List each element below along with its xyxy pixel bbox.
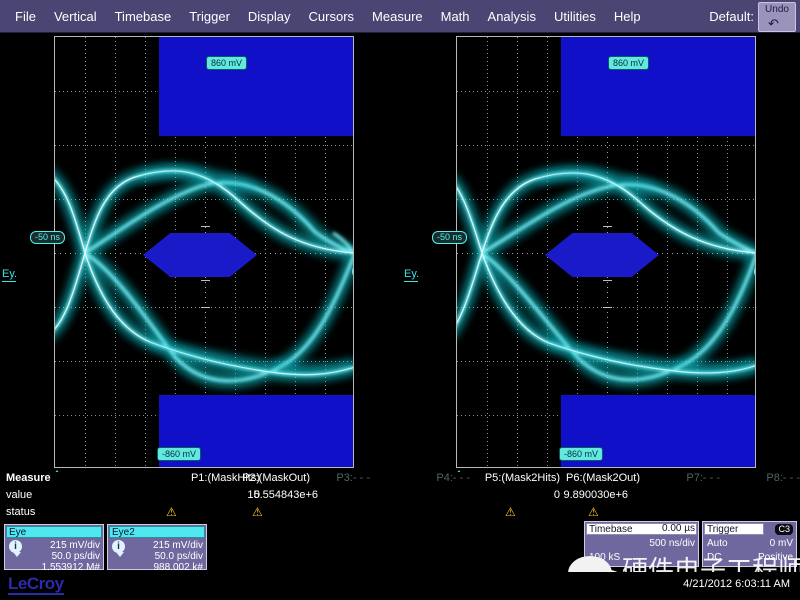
descriptor-eye2-title: Eye2 <box>109 526 205 538</box>
descriptor-trigger-slope: Positive <box>757 552 793 563</box>
channel-tag-right-line <box>404 281 418 282</box>
channel-tag-left-label: Ey. <box>2 268 18 280</box>
lecroy-logo: LeCroy <box>8 574 64 595</box>
menu-item-utilities[interactable]: Utilities <box>545 6 605 27</box>
channel-tag-right[interactable]: Ey. <box>404 268 419 282</box>
warning-triangle-icon: ⚠ <box>505 505 516 519</box>
measure-col-header-p3[interactable]: P3:- - - <box>270 472 370 484</box>
undo-button[interactable]: Undo ↶ <box>758 1 796 32</box>
mask-top-label: 860 mV <box>608 56 650 70</box>
descriptor-eye2[interactable]: Eye2 i 215 mV/div 50.0 ps/div 988.002 k# <box>107 524 207 573</box>
warning-triangle-icon: ⚠ <box>252 505 263 519</box>
trigger-source-badge[interactable]: C3 <box>775 524 793 535</box>
mask-bottom-label: -860 mV <box>157 447 202 461</box>
graticule-right[interactable]: 860 mV -860 mV 450 ps <box>456 36 756 468</box>
menu-item-analysis[interactable]: Analysis <box>479 6 545 27</box>
menu-item-measure[interactable]: Measure <box>363 6 432 27</box>
descriptor-eye1[interactable]: Eye i 215 mV/div 50.0 ps/div 1.553912 M# <box>4 524 104 573</box>
descriptor-trigger-level: 0 mV <box>769 538 793 549</box>
descriptor-timebase-line2: 100 kS <box>589 552 621 563</box>
cursor-label-left[interactable]: -50 ns <box>30 231 66 244</box>
descriptor-trigger[interactable]: Trigger C3 Auto 0 mV DC Positive <box>702 521 797 567</box>
measure-status-row: status ⚠ ⚠ ⚠ ⚠ <box>0 506 800 522</box>
measure-header-row: Measure P1:(MaskHits) P2:(MaskOut) P3:- … <box>0 472 800 488</box>
measure-col-header-p6[interactable]: P6:(Mask2Out) <box>500 472 640 484</box>
menu-item-math[interactable]: Math <box>432 6 479 27</box>
channel-tag-left-line <box>2 281 16 282</box>
warning-triangle-icon: ⚠ <box>588 505 599 519</box>
descriptor-trigger-title: Trigger <box>704 523 764 535</box>
mask-bottom-label: -860 mV <box>559 447 604 461</box>
descriptor-eye1-line2: 50.0 ps/div <box>51 551 100 562</box>
descriptor-eye1-line1: 215 mV/div <box>49 540 100 551</box>
graticule-left[interactable]: 860 mV -860 mV 450 ps <box>54 36 354 468</box>
descriptor-timebase-value: 0.00 µs <box>661 523 695 534</box>
menu-bar: File Vertical Timebase Trigger Display C… <box>0 0 800 33</box>
mask-region-top <box>561 37 755 136</box>
descriptor-timebase-line1: 500 ns/div <box>649 538 695 549</box>
channel-tag-left[interactable]: Ey. <box>2 268 17 282</box>
menu-item-vertical[interactable]: Vertical <box>45 6 106 27</box>
measure-value-p2: 15.554843e+6 <box>247 489 318 501</box>
scope-display-area: 860 mV -860 mV 450 ps Ey. -50 ns <box>0 33 800 477</box>
mask-region-top <box>159 37 353 136</box>
info-icon[interactable]: i <box>9 540 22 557</box>
cursor-label-left[interactable]: -50 ns <box>432 231 468 244</box>
measure-value-p6: 9.890030e+6 <box>563 489 628 501</box>
default-label: Default: <box>709 9 754 24</box>
warning-triangle-icon: ⚠ <box>166 505 177 519</box>
measure-table: Measure P1:(MaskHits) P2:(MaskOut) P3:- … <box>0 472 800 522</box>
footer-bar: LeCroy 4/21/2012 6:03:11 AM <box>0 572 800 600</box>
menu-item-list: File Vertical Timebase Trigger Display C… <box>6 0 650 33</box>
undo-button-label: Undo <box>765 3 789 15</box>
menu-item-timebase[interactable]: Timebase <box>106 6 181 27</box>
menu-item-trigger[interactable]: Trigger <box>180 6 239 27</box>
menu-item-help[interactable]: Help <box>605 6 650 27</box>
descriptor-eye1-title: Eye <box>6 526 102 538</box>
measure-col-header-p8[interactable]: P8:- - - <box>700 472 800 484</box>
undo-arrow-icon: ↶ <box>768 15 779 31</box>
measure-status-label: status <box>6 506 36 518</box>
descriptor-timebase[interactable]: Timebase 0.00 µs 500 ns/div 100 kS <box>584 521 699 567</box>
descriptor-eye2-line1: 215 mV/div <box>152 540 203 551</box>
datetime-display: 4/21/2012 6:03:11 AM <box>683 578 790 590</box>
channel-tag-right-label: Ey. <box>404 268 420 280</box>
menu-item-cursors[interactable]: Cursors <box>300 6 364 27</box>
measure-value-row: value 0 15.554843e+6 0 9.890030e+6 <box>0 489 800 505</box>
menu-item-file[interactable]: File <box>6 6 45 27</box>
mask-top-label: 860 mV <box>206 56 248 70</box>
menu-item-display[interactable]: Display <box>239 6 300 27</box>
menu-bar-right: Default: Undo ↶ <box>709 0 796 33</box>
measure-value-label: value <box>6 489 33 501</box>
info-icon[interactable]: i <box>112 540 125 557</box>
descriptor-eye2-line2: 50.0 ps/div <box>154 551 203 562</box>
measure-table-title: Measure <box>6 472 51 484</box>
